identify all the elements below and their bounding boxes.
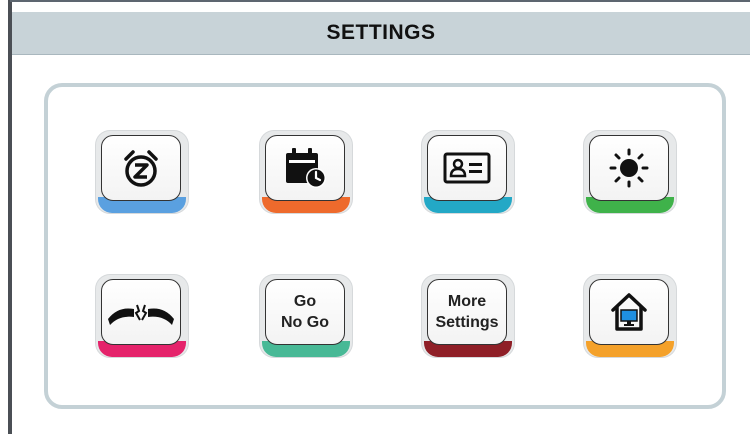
more-settings-button[interactable]: More Settings xyxy=(422,275,514,357)
schedule-button[interactable] xyxy=(260,131,352,213)
settings-panel: Go No Go More Settings xyxy=(44,83,726,409)
window-top-edge xyxy=(10,0,750,2)
go-no-go-label: Go No Go xyxy=(281,293,329,331)
more-settings-label: More Settings xyxy=(435,293,499,331)
broken-cable-icon xyxy=(106,297,176,327)
user-id-button[interactable] xyxy=(422,131,514,213)
sleep-button[interactable] xyxy=(96,131,188,213)
page-title: SETTINGS xyxy=(326,21,436,44)
go-no-go-button[interactable]: Go No Go xyxy=(260,275,352,357)
sun-icon xyxy=(607,146,651,190)
disconnect-button[interactable] xyxy=(96,275,188,357)
alarm-clock-z-icon xyxy=(119,146,163,190)
home-button[interactable] xyxy=(584,275,676,357)
calendar-clock-icon xyxy=(282,146,328,190)
window-left-edge xyxy=(8,0,12,434)
id-card-icon xyxy=(443,151,491,185)
settings-header: SETTINGS xyxy=(12,12,750,55)
brightness-button[interactable] xyxy=(584,131,676,213)
home-monitor-icon xyxy=(607,290,651,334)
